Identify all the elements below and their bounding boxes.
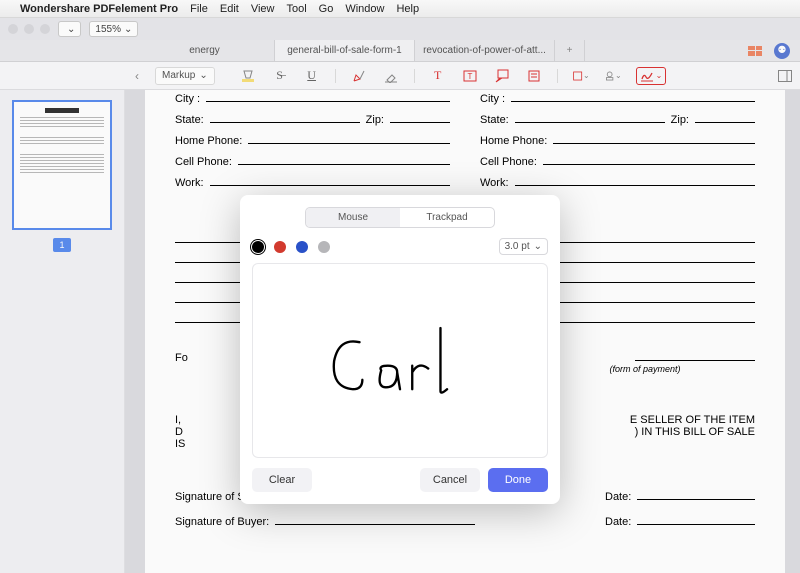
color-picker-row: 3.0 pt ⌄: [252, 238, 548, 255]
done-button[interactable]: Done: [488, 468, 548, 492]
segment-mouse[interactable]: Mouse: [306, 208, 400, 227]
cancel-button[interactable]: Cancel: [420, 468, 480, 492]
stroke-width-select[interactable]: 3.0 pt ⌄: [499, 238, 548, 255]
color-blue[interactable]: [296, 241, 308, 253]
input-method-segment[interactable]: Mouse Trackpad: [305, 207, 495, 228]
color-black[interactable]: [252, 241, 264, 253]
handwritten-signature: [320, 311, 480, 411]
chevron-down-icon: ⌄: [534, 241, 542, 252]
signature-modal: Mouse Trackpad 3.0 pt ⌄: [240, 195, 560, 504]
signature-canvas[interactable]: [252, 263, 548, 458]
color-gray[interactable]: [318, 241, 330, 253]
color-red[interactable]: [274, 241, 286, 253]
signature-modal-overlay: Mouse Trackpad 3.0 pt ⌄: [0, 0, 800, 573]
clear-button[interactable]: Clear: [252, 468, 312, 492]
segment-trackpad[interactable]: Trackpad: [400, 208, 494, 227]
